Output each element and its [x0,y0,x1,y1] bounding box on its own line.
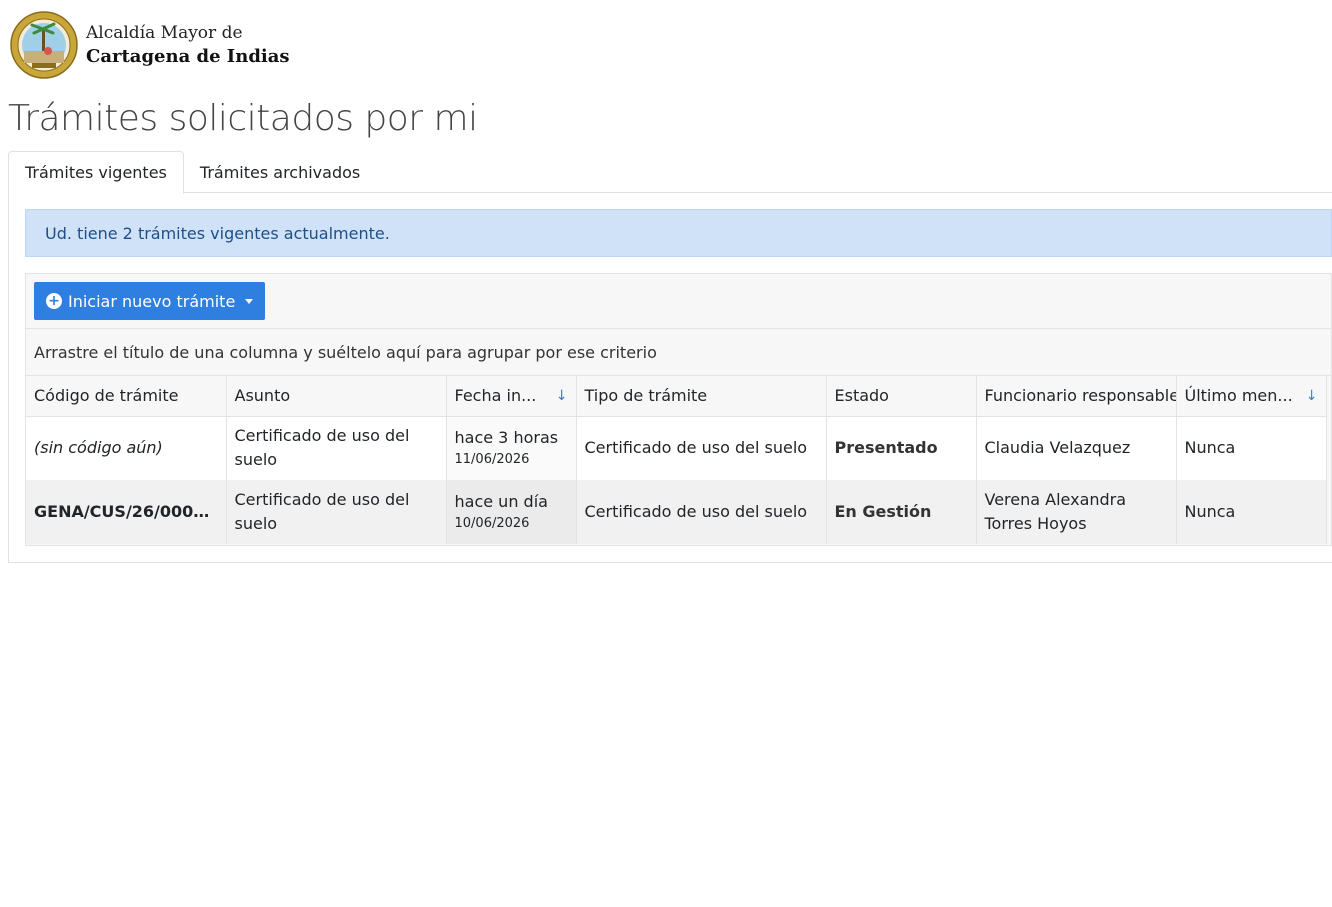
cell-fecha: hace un día 10/06/2026 [446,480,577,544]
cell-tipo: Certificado de uso del suelo [576,480,827,544]
new-tramite-label: Iniciar nuevo trámite [68,291,236,311]
cell-codigo: (sin código aún) [26,416,227,480]
cell-estado: En Gestión [826,480,977,544]
cell-ultimo: Nunca [1176,480,1327,544]
fecha-relative: hace 3 horas [454,428,559,448]
column-header-ultimo[interactable]: Último men... ↓ [1176,376,1327,417]
tramites-grid: + Iniciar nuevo trámite Arrastre el títu… [25,273,1332,546]
brand-line-2: Cartagena de Indias [86,46,290,67]
cell-fecha: hace 3 horas 11/06/2026 [446,416,577,480]
cell-ultimo: Nunca [1176,416,1327,480]
sort-down-arrow-icon: ↓ [1305,387,1318,404]
city-seal-icon [10,11,78,79]
fecha-relative: hace un día [454,492,548,511]
cell-funcionario: Claudia Velazquez [976,416,1177,480]
new-tramite-button[interactable]: + Iniciar nuevo trámite [34,282,266,320]
column-header-codigo[interactable]: Código de trámite [26,376,227,417]
cell-asunto: Certificado de uso del suelo [226,480,447,544]
fecha-date: 10/06/2026 [454,516,530,531]
brand[interactable]: Alcaldía Mayor de Cartagena de Indias [10,11,290,79]
cell-codigo: GENA/CUS/26/00000... [26,480,227,544]
brand-text: Alcaldía Mayor de Cartagena de Indias [86,21,290,69]
column-header-funcionario[interactable]: Funcionario responsable [976,376,1177,417]
info-alert-text: Ud. tiene 2 trámites vigentes actualment… [45,223,390,243]
sort-down-arrow-icon: ↓ [555,387,568,404]
tab-tramites-archivados[interactable]: Trámites archivados [184,151,376,193]
tab-tramites-vigentes[interactable]: Trámites vigentes [8,151,184,194]
table-row[interactable]: (sin código aún) Certificado de uso del … [26,416,1327,480]
tramites-table: Código de trámite Asunto Fecha in... ↓ Ti… [26,376,1327,544]
column-header-tipo[interactable]: Tipo de trámite [576,376,827,417]
plus-circle-icon: + [46,293,62,309]
column-header-fecha[interactable]: Fecha in... ↓ [446,376,577,417]
cell-tipo: Certificado de uso del suelo [576,416,827,480]
column-header-asunto[interactable]: Asunto [226,376,447,417]
page-title: Trámites solicitados por mi [8,98,478,139]
caret-down-icon [245,298,254,304]
tab-bar: Trámites vigentes Trámites archivados [8,151,1332,194]
cell-asunto: Certificado de uso del suelo [226,416,447,480]
group-drop-area[interactable]: Arrastre el título de una columna y suél… [26,329,1331,376]
column-header-estado[interactable]: Estado [826,376,977,417]
cell-estado: Presentado [826,416,977,480]
cell-funcionario: Verena Alexandra Torres Hoyos [976,480,1177,544]
fecha-date: 11/06/2026 [454,452,530,468]
grid-toolbar: + Iniciar nuevo trámite [26,274,1331,329]
info-alert: Ud. tiene 2 trámites vigentes actualment… [25,209,1332,257]
table-row[interactable]: GENA/CUS/26/00000... Certificado de uso … [26,480,1327,544]
brand-line-1: Alcaldía Mayor de [86,23,243,43]
group-hint-text: Arrastre el título de una columna y suél… [34,342,657,362]
